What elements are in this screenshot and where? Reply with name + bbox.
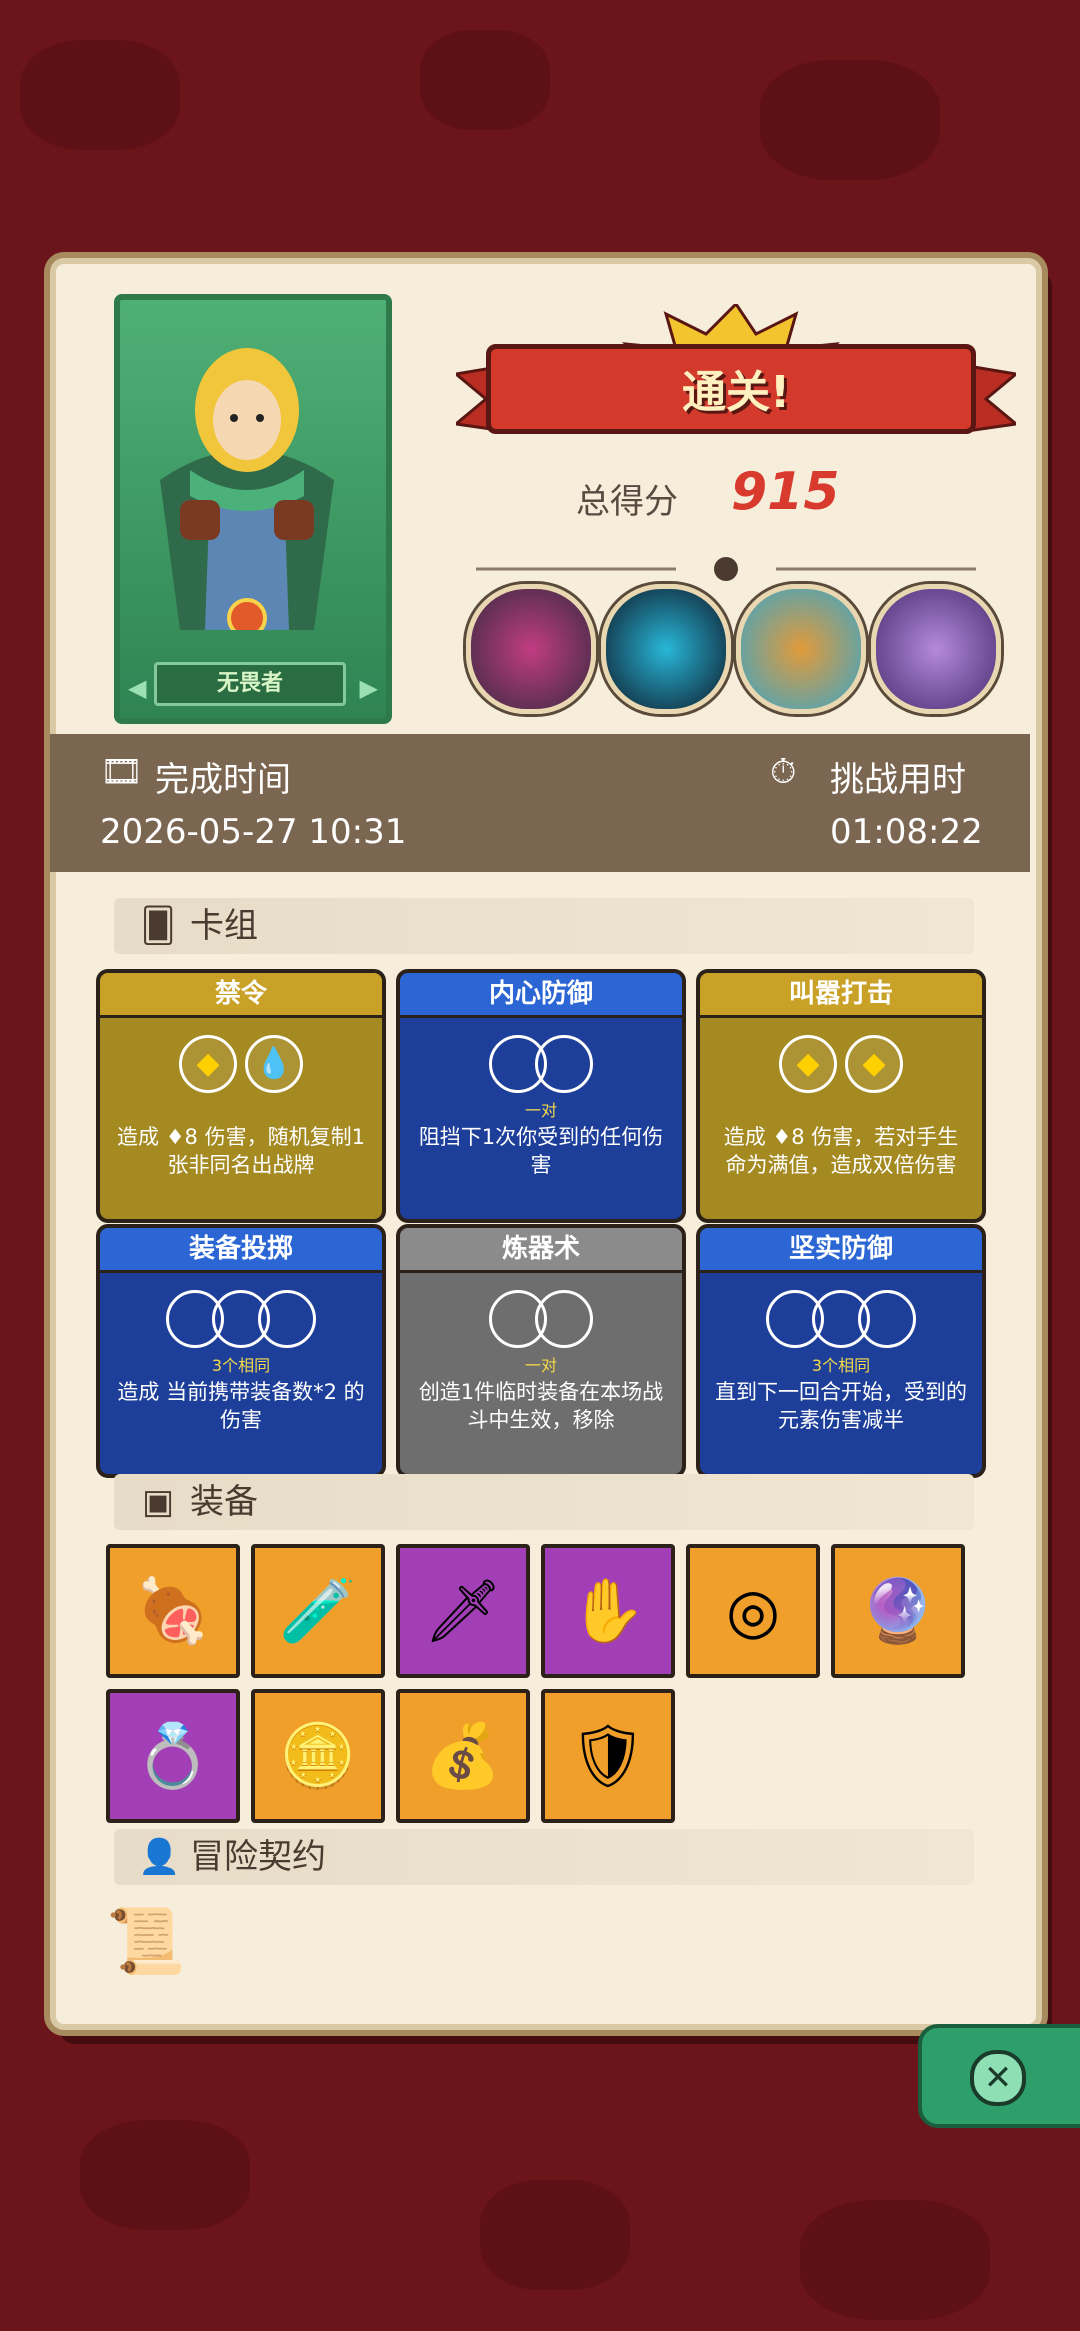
empty-socket-icon (858, 1290, 916, 1348)
finish-time-label: 完成时间 (155, 760, 291, 800)
stopwatch-icon: ⏱ (770, 752, 797, 792)
hero-name: 无畏者 (154, 662, 346, 706)
close-button[interactable]: ✕ (918, 2024, 1080, 2128)
bg-decoration (760, 60, 940, 180)
card-description: 阻挡下1次你受到的任何伤害 (418, 1125, 664, 1177)
item-glyph: ◎ (725, 1574, 781, 1647)
item-glyph: 🪙 (279, 1719, 357, 1792)
score-value: 915 (731, 462, 840, 522)
contract-title: 冒险契约 (190, 1837, 326, 1877)
cards-icon: 🂠 (140, 906, 176, 946)
hero-illustration (160, 348, 334, 638)
card-sockets (700, 1290, 982, 1350)
card-description: 直到下一回合开始，受到的元素伤害减半 (715, 1380, 967, 1432)
duration-label: 挑战用时 (830, 760, 966, 800)
ice-shield-icon[interactable]: 🛡 (541, 1689, 675, 1823)
boss-portrait-golem[interactable] (466, 584, 596, 714)
item-glyph: 🛡 (568, 1719, 648, 1792)
bg-decoration (800, 2200, 990, 2320)
equipment-title: 装备 (190, 1482, 258, 1522)
card-title: 内心防御 (400, 973, 682, 1018)
diamond-gem-icon: ◆ (179, 1035, 237, 1093)
glove-icon[interactable]: ✋ (541, 1544, 675, 1678)
finish-time-value: 2026-05-27 10:31 (100, 812, 407, 852)
deck-card[interactable]: 炼器术一对创造1件临时装备在本场战斗中生效，移除 (396, 1224, 686, 1478)
result-panel: ◀ 无畏者 ▶ 通关! 总得分 915 🎞 完成时间 2026-05-27 10… (50, 258, 1042, 2030)
item-glyph: 🧪 (279, 1574, 357, 1647)
card-description: 创造1件临时装备在本场战斗中生效，移除 (418, 1380, 664, 1432)
next-arrow-icon[interactable]: ▶ (360, 674, 378, 702)
duration-value: 01:08:22 (830, 812, 983, 852)
coin-icon[interactable]: 🪙 (251, 1689, 385, 1823)
clear-banner: 通关! (456, 304, 1016, 434)
diamond-gem-icon: ◆ (845, 1035, 903, 1093)
banner-title: 通关! (681, 367, 791, 418)
bg-decoration (20, 40, 180, 150)
bg-decoration (480, 2180, 630, 2290)
card-requirement: 3个相同 (211, 1356, 271, 1375)
item-glyph: 🗡 (423, 1574, 503, 1647)
score-label: 总得分 (576, 482, 678, 522)
boss-portrait-shadow[interactable] (601, 584, 731, 714)
empty-socket-icon (535, 1035, 593, 1093)
card-title: 叫嚣打击 (700, 973, 982, 1018)
boss-portrait-dragon[interactable] (871, 584, 1001, 714)
deck-card[interactable]: 装备投掷 3个相同造成 当前携带装备数*2 的伤害 (96, 1224, 386, 1478)
bg-decoration (420, 30, 550, 130)
scroll-icon[interactable]: 📜 (106, 1904, 186, 1984)
card-sockets: ◆ ◆ (700, 1035, 982, 1095)
card-title: 装备投掷 (100, 1228, 382, 1273)
deck-card[interactable]: 禁令 ◆ 💧 造成 ♦8 伤害，随机复制1张非同名出战牌 (96, 969, 386, 1223)
card-title: 坚实防御 (700, 1228, 982, 1273)
ring-icon[interactable]: 💍 (106, 1689, 240, 1823)
contract-section-header: 👤 冒险契约 (114, 1829, 974, 1885)
deck-section-header: 🂠 卡组 (114, 898, 974, 954)
card-requirement: 一对 (524, 1101, 557, 1120)
card-sockets (400, 1035, 682, 1095)
item-glyph: ✋ (569, 1574, 647, 1647)
empty-socket-icon (535, 1290, 593, 1348)
close-icon: ✕ (970, 2050, 1026, 2106)
equipment-section-header: ▣ 装备 (114, 1474, 974, 1530)
card-requirement: 一对 (524, 1356, 557, 1375)
hero-card[interactable]: ◀ 无畏者 ▶ (114, 294, 392, 724)
card-requirement: 3个相同 (811, 1356, 871, 1375)
empty-socket-icon (258, 1290, 316, 1348)
cube-icon: ▣ (141, 1482, 175, 1522)
divider-ornament (476, 557, 976, 581)
red-dagger-icon[interactable]: 🗡 (396, 1544, 530, 1678)
deck-card[interactable]: 内心防御一对阻挡下1次你受到的任何伤害 (396, 969, 686, 1223)
card-sockets (400, 1290, 682, 1350)
bg-decoration (80, 2120, 250, 2230)
prev-arrow-icon[interactable]: ◀ (128, 674, 146, 702)
water-gem-icon: 💧 (245, 1035, 303, 1093)
item-glyph: 🍖 (134, 1574, 212, 1647)
item-glyph: 🔮 (859, 1574, 937, 1647)
card-sockets (100, 1290, 382, 1350)
card-description: 造成 ♦8 伤害，随机复制1张非同名出战牌 (117, 1125, 365, 1177)
diamond-gem-icon: ◆ (779, 1035, 837, 1093)
card-sockets: ◆ 💧 (100, 1035, 382, 1095)
sack-icon[interactable]: 💰 (396, 1689, 530, 1823)
card-description: 造成 ♦8 伤害，若对手生命为满值，造成双倍伤害 (723, 1125, 959, 1177)
potion-jar-icon[interactable]: 🧪 (251, 1544, 385, 1678)
film-icon: 🎞 (100, 752, 144, 792)
card-title: 炼器术 (400, 1228, 682, 1273)
meat-icon[interactable]: 🍖 (106, 1544, 240, 1678)
person-icon: 👤 (138, 1837, 181, 1877)
hero-portrait (120, 300, 386, 718)
round-shield-icon[interactable]: ◎ (686, 1544, 820, 1678)
boss-portrait-fish[interactable] (736, 584, 866, 714)
blue-orb-wand-icon[interactable]: 🔮 (831, 1544, 965, 1678)
item-glyph: 💰 (424, 1719, 502, 1792)
stats-bar: 🎞 完成时间 2026-05-27 10:31 ⏱ 挑战用时 01:08:22 (50, 734, 1030, 872)
deck-card[interactable]: 坚实防御 3个相同直到下一回合开始，受到的元素伤害减半 (696, 1224, 986, 1478)
deck-title: 卡组 (190, 906, 258, 946)
card-description: 造成 当前携带装备数*2 的伤害 (117, 1380, 365, 1432)
deck-card[interactable]: 叫嚣打击 ◆ ◆ 造成 ♦8 伤害，若对手生命为满值，造成双倍伤害 (696, 969, 986, 1223)
card-title: 禁令 (100, 973, 382, 1018)
item-glyph: 💍 (134, 1719, 212, 1792)
